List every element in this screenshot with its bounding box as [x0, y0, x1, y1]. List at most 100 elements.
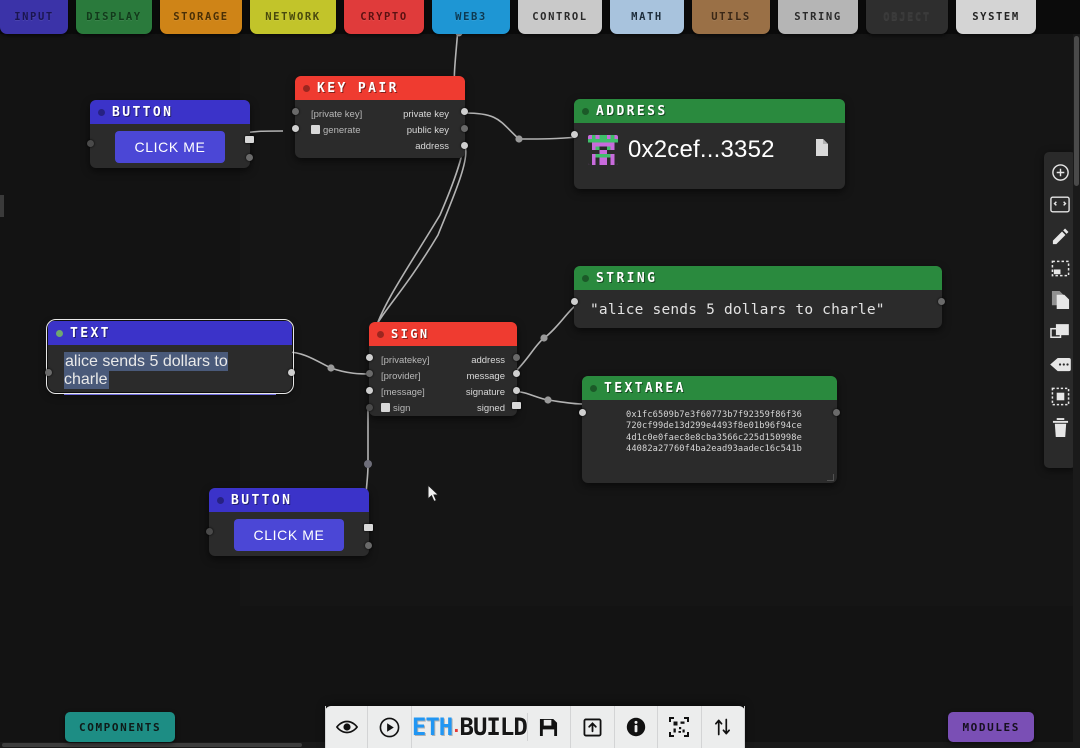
- category-tab-system[interactable]: SYSTEM: [956, 0, 1036, 34]
- node-button-bottom[interactable]: BUTTON CLICK ME: [206, 488, 373, 556]
- scrollbar-thumb[interactable]: [1074, 36, 1079, 186]
- components-panel-tab[interactable]: COMPONENTS: [65, 712, 176, 742]
- node-header[interactable]: TEXTAREA: [582, 376, 837, 400]
- input-generate[interactable]: generate: [311, 124, 361, 136]
- node-button-top[interactable]: BUTTON CLICK ME: [87, 100, 254, 168]
- vertical-scrollbar[interactable]: [1073, 34, 1080, 748]
- add-node-icon[interactable]: [1049, 161, 1071, 183]
- bottom-toolbar[interactable]: ETH. BUILD: [325, 706, 746, 748]
- category-toolbar[interactable]: INPUT DISPLAY STORAGE NETWORK CRYPTO WEB3 CONT…: [0, 0, 1080, 34]
- input-port-privatekey[interactable]: [366, 354, 373, 361]
- output-port[interactable]: [288, 369, 295, 376]
- category-tab-control[interactable]: CONTROL: [518, 0, 602, 34]
- app-logo[interactable]: ETH. BUILD: [412, 713, 528, 741]
- input-port-private-key[interactable]: [292, 108, 299, 115]
- output-port[interactable]: [833, 409, 840, 416]
- comment-icon[interactable]: [1049, 353, 1071, 375]
- node-collapse-dot[interactable]: [98, 108, 105, 116]
- transfer-icon[interactable]: [702, 706, 746, 748]
- duplicate-icon[interactable]: [1049, 321, 1071, 343]
- input-port-generate[interactable]: [292, 125, 299, 132]
- node-header[interactable]: STRING: [574, 266, 942, 290]
- input-port-message[interactable]: [366, 387, 373, 394]
- node-address[interactable]: ADDRESS 0x2cef...3352: [571, 99, 845, 189]
- fit-screen-icon[interactable]: [1049, 193, 1071, 215]
- click-me-button[interactable]: CLICK ME: [233, 519, 345, 551]
- output-port[interactable]: [365, 542, 372, 549]
- info-icon[interactable]: [615, 706, 659, 748]
- category-tab-input[interactable]: INPUT: [0, 0, 68, 34]
- output-port-address[interactable]: [461, 142, 468, 149]
- node-canvas[interactable]: BUTTON CLICK ME KEY PAIR [private key] p…: [0, 0, 1080, 748]
- node-header[interactable]: BUTTON: [90, 100, 250, 124]
- copy-icon[interactable]: [1049, 289, 1071, 311]
- category-tab-storage[interactable]: STORAGE: [160, 0, 242, 34]
- node-textarea[interactable]: TEXTAREA 0x1fc6509b7e3f60773b7f92359f86f…: [579, 376, 840, 483]
- eye-icon[interactable]: [325, 706, 369, 748]
- copy-icon[interactable]: [813, 138, 831, 163]
- category-tab-utils[interactable]: UTILS: [692, 0, 770, 34]
- input-port[interactable]: [87, 140, 94, 147]
- select-area-icon[interactable]: [1049, 257, 1071, 279]
- node-key-pair[interactable]: KEY PAIR [private key] private key gener…: [292, 76, 468, 158]
- category-tab-network[interactable]: NETWORK: [250, 0, 336, 34]
- input-port-sign[interactable]: [366, 404, 373, 411]
- group-icon[interactable]: [1049, 385, 1071, 407]
- input-port[interactable]: [571, 298, 578, 305]
- qrcode-icon[interactable]: [658, 706, 702, 748]
- pencil-icon[interactable]: [1049, 225, 1071, 247]
- right-tool-rail[interactable]: [1044, 152, 1076, 468]
- save-icon[interactable]: [528, 706, 572, 748]
- output-port[interactable]: [246, 154, 253, 161]
- node-collapse-dot[interactable]: [303, 84, 310, 92]
- node-collapse-dot[interactable]: [217, 496, 224, 504]
- trash-icon[interactable]: [1049, 417, 1071, 439]
- output-port-address[interactable]: [513, 354, 520, 361]
- modules-panel-tab[interactable]: MODULES: [948, 712, 1034, 742]
- node-header[interactable]: ADDRESS: [574, 99, 845, 123]
- node-collapse-dot[interactable]: [377, 330, 384, 338]
- scrollbar-thumb[interactable]: [2, 743, 302, 747]
- checkbox-icon[interactable]: [311, 124, 320, 134]
- node-collapse-dot[interactable]: [582, 274, 589, 282]
- node-collapse-dot[interactable]: [56, 329, 63, 337]
- textarea-value[interactable]: 0x1fc6509b7e3f60773b7f92359f86f36 720cf9…: [626, 410, 823, 456]
- node-header[interactable]: TEXT: [48, 321, 292, 345]
- output-port-private-key[interactable]: [461, 108, 468, 115]
- left-panel-handle[interactable]: [0, 195, 4, 217]
- checkbox-icon[interactable]: [381, 402, 390, 412]
- node-header[interactable]: BUTTON: [209, 488, 369, 512]
- play-icon[interactable]: [368, 706, 412, 748]
- output-port-message[interactable]: [513, 370, 520, 377]
- node-string[interactable]: STRING "alice sends 5 dollars to charle": [571, 266, 945, 328]
- output-port[interactable]: [938, 298, 945, 305]
- node-collapse-dot[interactable]: [590, 384, 597, 392]
- input-port[interactable]: [206, 528, 213, 535]
- output-port-signature[interactable]: [513, 387, 520, 394]
- category-tab-crypto[interactable]: CRYPTO: [344, 0, 424, 34]
- text-input-wrap[interactable]: alice sends 5 dollars to charle: [64, 352, 276, 395]
- node-header[interactable]: SIGN: [369, 322, 517, 346]
- resize-handle[interactable]: [827, 474, 834, 481]
- export-icon[interactable]: [571, 706, 615, 748]
- input-sign[interactable]: sign: [381, 402, 410, 414]
- output-port-trigger[interactable]: [245, 136, 254, 143]
- input-port[interactable]: [45, 369, 52, 376]
- input-port[interactable]: [579, 409, 586, 416]
- output-port-signed[interactable]: [512, 402, 521, 409]
- category-tab-object[interactable]: OBJECT: [866, 0, 948, 34]
- node-sign[interactable]: SIGN [privatekey] address [provider] mes…: [366, 322, 521, 416]
- click-me-button[interactable]: CLICK ME: [114, 131, 226, 163]
- category-tab-web3[interactable]: WEB3: [432, 0, 510, 34]
- output-port-trigger[interactable]: [364, 524, 373, 531]
- node-header[interactable]: KEY PAIR: [295, 76, 465, 100]
- node-text[interactable]: TEXT alice sends 5 dollars to charle: [45, 319, 295, 395]
- category-tab-string[interactable]: STRING: [778, 0, 858, 34]
- text-input[interactable]: alice sends 5 dollars to charle: [64, 352, 228, 389]
- category-tab-math[interactable]: MATH: [610, 0, 684, 34]
- input-port-provider[interactable]: [366, 370, 373, 377]
- category-tab-display[interactable]: DISPLAY: [76, 0, 152, 34]
- output-port-public-key[interactable]: [461, 125, 468, 132]
- input-port-address[interactable]: [571, 131, 578, 138]
- node-collapse-dot[interactable]: [582, 107, 589, 115]
